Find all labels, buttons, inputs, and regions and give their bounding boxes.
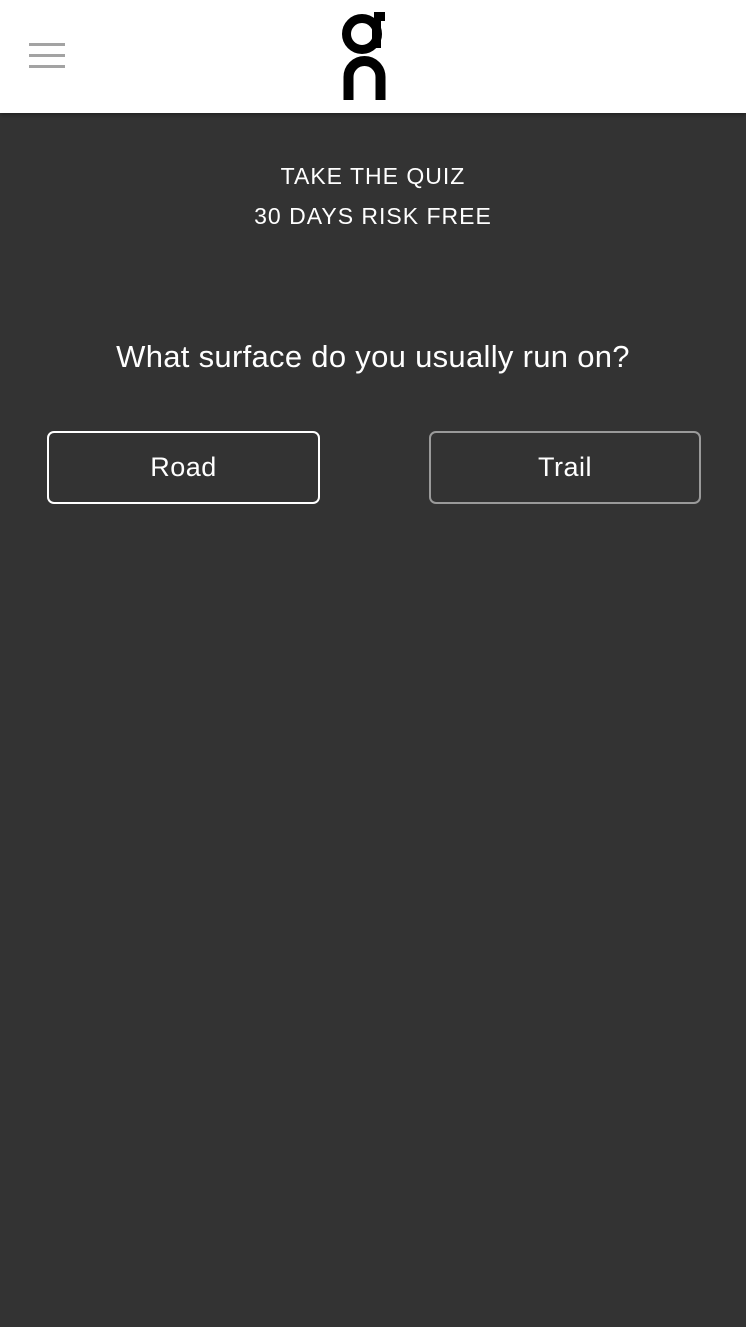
hamburger-menu-icon[interactable] xyxy=(20,34,74,78)
menu-bar-top xyxy=(29,43,65,46)
quiz-tagline-offer: 30 DAYS RISK FREE xyxy=(254,203,492,229)
site-header xyxy=(0,0,746,113)
menu-bar-bottom xyxy=(29,65,65,68)
quiz-question: What surface do you usually run on? xyxy=(116,339,630,374)
trail-option-button[interactable]: Trail xyxy=(429,431,701,504)
on-logo-svg xyxy=(342,12,386,100)
road-option-button[interactable]: Road xyxy=(47,431,320,504)
menu-bar-middle xyxy=(29,54,65,57)
on-logo-icon[interactable] xyxy=(339,10,391,104)
quiz-section: TAKE THE QUIZ 30 DAYS RISK FREE What sur… xyxy=(0,113,746,1327)
quiz-tagline-title: TAKE THE QUIZ xyxy=(280,163,466,189)
